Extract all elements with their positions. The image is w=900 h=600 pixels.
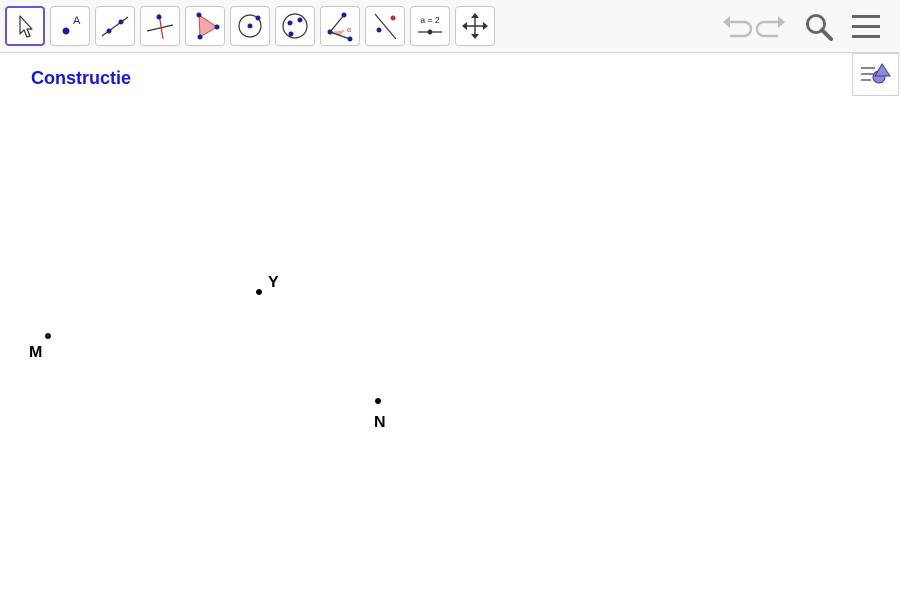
angle-tool-button[interactable]: α (320, 6, 360, 46)
point-tool-button[interactable]: A (50, 6, 90, 46)
style-bar-toggle-icon (861, 63, 891, 84)
toolbar: A α a = 2 (0, 0, 900, 53)
svg-text:α: α (347, 27, 351, 34)
perpendicular-line-tool-button[interactable] (140, 6, 180, 46)
point-m[interactable] (45, 333, 51, 339)
move-graphics-tool-button[interactable] (455, 6, 495, 46)
line-tool-button[interactable] (95, 6, 135, 46)
redo-icon[interactable] (756, 12, 788, 42)
construction-title: Constructie (31, 68, 132, 88)
move-tool-button[interactable] (5, 6, 45, 46)
undo-icon[interactable] (720, 12, 752, 42)
circle-three-points-icon (282, 13, 308, 39)
move-graphics-view-icon (462, 13, 488, 39)
hamburger-menu-icon[interactable] (850, 12, 882, 42)
arrow-cursor-icon (19, 15, 33, 38)
conic-tool-button[interactable] (275, 6, 315, 46)
point-y-label[interactable]: Y (268, 274, 279, 292)
point-n-label[interactable]: N (374, 414, 386, 432)
search-icon[interactable] (803, 11, 835, 43)
slider-tool-button[interactable]: a = 2 (410, 6, 450, 46)
line-through-two-points-icon (101, 16, 129, 37)
point-y[interactable] (256, 289, 262, 295)
style-bar-toggle-button[interactable] (852, 53, 899, 96)
graphics-view[interactable] (0, 54, 900, 600)
polygon-icon (196, 12, 220, 40)
reflect-tool-button[interactable] (365, 6, 405, 46)
reflect-about-line-icon (374, 13, 397, 40)
perpendicular-line-icon (146, 13, 174, 40)
point-icon: A (62, 15, 81, 35)
circle-tool-button[interactable] (230, 6, 270, 46)
polygon-tool-button[interactable] (185, 6, 225, 46)
point-n[interactable] (375, 398, 381, 404)
svg-text:A: A (73, 15, 81, 27)
angle-icon: α (327, 12, 353, 42)
svg-text:a = 2: a = 2 (420, 15, 439, 25)
circle-center-point-icon (238, 14, 262, 38)
slider-icon: a = 2 (418, 15, 442, 35)
point-m-label[interactable]: M (29, 344, 42, 362)
